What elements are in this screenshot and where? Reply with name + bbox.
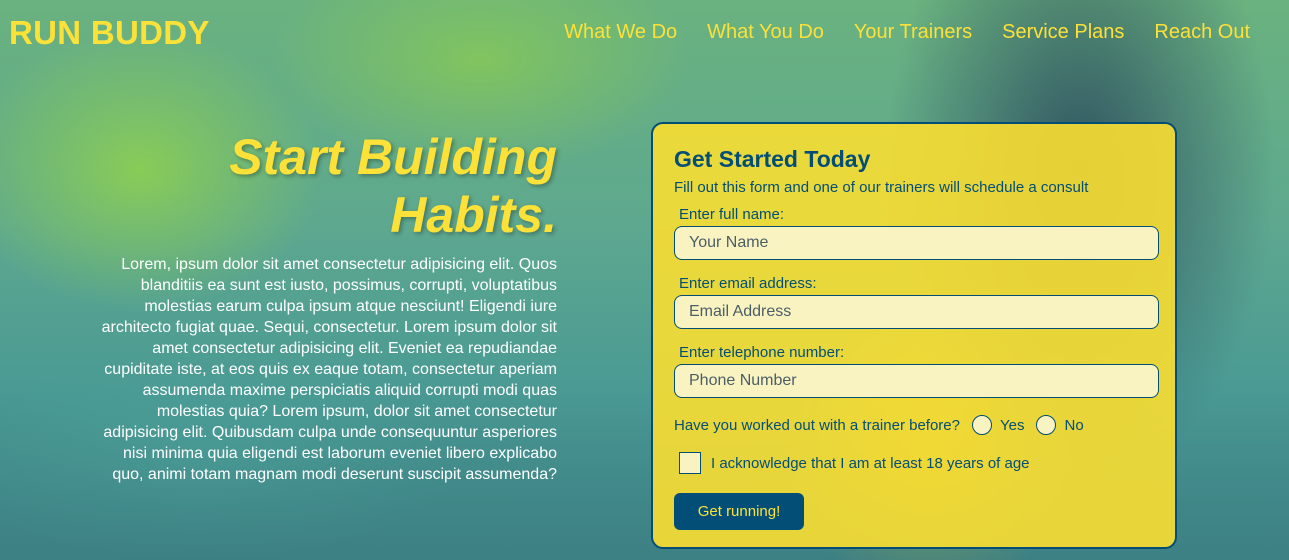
- form-subtitle: Fill out this form and one of our traine…: [674, 179, 1089, 196]
- form-title: Get Started Today: [674, 146, 871, 172]
- phone-input[interactable]: [674, 364, 1159, 398]
- trainer-question: Have you worked out with a trainer befor…: [674, 416, 960, 434]
- age-acknowledge-checkbox[interactable]: [679, 452, 701, 474]
- phone-label: Enter telephone number:: [679, 344, 845, 361]
- acknowledge-row: I acknowledge that I am at least 18 year…: [674, 452, 1155, 474]
- site-header: RUN BUDDY What We Do What You Do Your Tr…: [0, 0, 1289, 70]
- phone-field-group: Enter telephone number:: [674, 344, 1159, 398]
- nav-service-plans[interactable]: Service Plans: [1002, 21, 1124, 44]
- trainer-question-row: Have you worked out with a trainer befor…: [674, 415, 1155, 435]
- site-logo[interactable]: RUN BUDDY: [9, 14, 210, 52]
- email-input[interactable]: [674, 295, 1159, 329]
- name-label: Enter full name:: [679, 206, 785, 223]
- get-running-button[interactable]: Get running!: [674, 493, 804, 530]
- trainer-yes-radio[interactable]: [972, 415, 992, 435]
- nav-your-trainers[interactable]: Your Trainers: [854, 21, 972, 44]
- trainer-no-radio[interactable]: [1036, 415, 1057, 435]
- email-label: Enter email address:: [679, 275, 817, 292]
- main-nav: What We Do What You Do Your Trainers Ser…: [564, 21, 1250, 44]
- age-acknowledge-label[interactable]: I acknowledge that I am at least 18 year…: [711, 455, 1030, 472]
- name-field-group: Enter full name:: [674, 206, 1159, 260]
- nav-what-you-do[interactable]: What You Do: [707, 21, 824, 44]
- signup-form-card: Get Started Today Fill out this form and…: [651, 122, 1177, 549]
- nav-reach-out[interactable]: Reach Out: [1154, 21, 1250, 44]
- hero-body-text: Lorem, ipsum dolor sit amet consectetur …: [101, 256, 557, 483]
- email-field-group: Enter email address:: [674, 275, 1159, 329]
- trainer-no-label[interactable]: No: [1064, 417, 1083, 434]
- hero-title: Start Building Habits.: [229, 129, 557, 243]
- nav-what-we-do[interactable]: What We Do: [564, 21, 677, 44]
- name-input[interactable]: [674, 226, 1159, 260]
- hero-intro: Start Building Habits. Lorem, ipsum dolo…: [90, 128, 557, 485]
- trainer-yes-label[interactable]: Yes: [1000, 417, 1024, 434]
